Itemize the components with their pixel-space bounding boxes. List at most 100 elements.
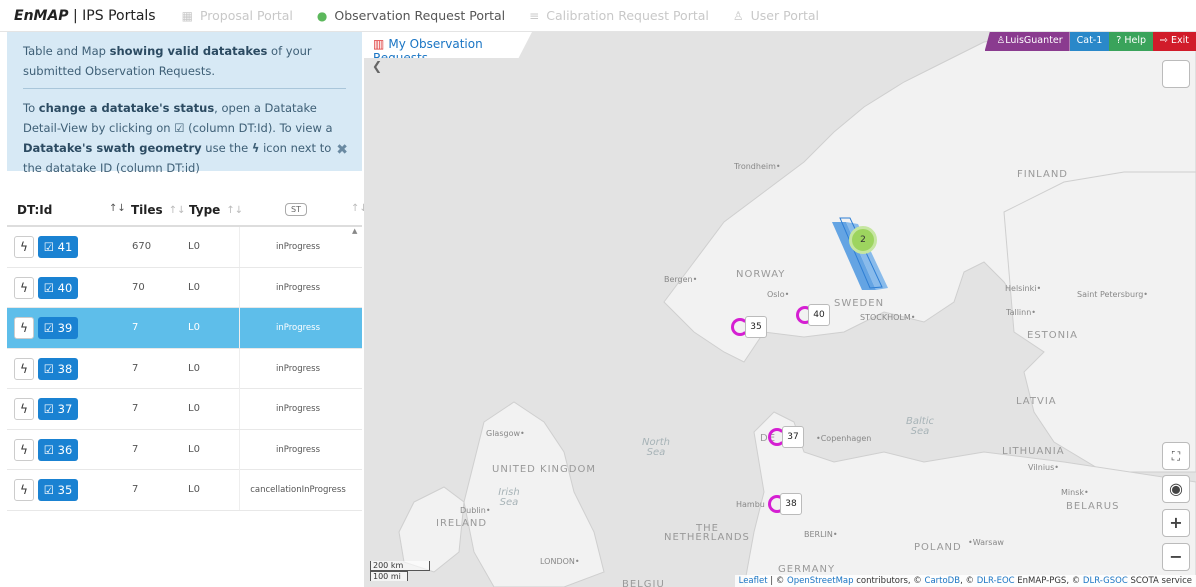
cell-type: L0 [188,281,200,293]
col-type[interactable]: Type ↑↓ [189,203,243,217]
help-button[interactable]: ? Help [1109,32,1154,51]
cell-type: L0 [188,322,200,333]
label-latvia: LATVIA [1016,396,1057,407]
map-view[interactable]: Trondheim• FINLAND NORWAY Bergen• Oslo• … [364,32,1196,587]
exit-button[interactable]: ⇨ Exit [1153,32,1196,51]
leaflet-link[interactable]: Leaflet [739,576,768,586]
table-row[interactable]: ϟ ☑ 36 7 L0 inProgress [7,429,362,470]
label-tallinn: Tallinn• [1006,308,1036,317]
globe-icon: ● [316,8,328,23]
label-stockholm: STOCKHOLM• [860,313,916,322]
dlr-eoc-link[interactable]: DLR-EOC [977,576,1015,586]
label-irish-sea: Irish Sea [498,487,520,508]
info-text-2: To change a datatake's status, open a Da… [23,101,333,175]
globe-icon: ◉ [1169,479,1183,498]
user-icon: ♙ [996,35,1006,46]
nav-observation-request-portal[interactable]: ● Observation Request Portal [317,8,505,23]
swath-bolt-button[interactable]: ϟ [14,398,34,420]
datatake-marker[interactable]: 40 [808,304,830,326]
label-glasgow: Glasgow• [486,429,525,438]
datatake-marker[interactable]: 35 [745,316,767,338]
label-dublin: Dublin• [460,506,491,515]
table-scrollbar[interactable]: ▲ [352,227,362,513]
datatake-detail-button[interactable]: ☑ 36 [38,438,78,461]
layers-toggle-button[interactable] [1162,60,1190,88]
user-button[interactable]: ♙LuisGuanter [984,32,1070,51]
label-united-kingdom: UNITED KINGDOM [492,464,596,475]
cell-type: L0 [188,362,200,374]
info-text-1: Table and Map showing valid datatakes of… [23,44,312,78]
swath-bolt-button[interactable]: ϟ [14,236,34,258]
cell-status: inProgress [239,267,356,308]
table-row[interactable]: ϟ ☑ 35 7 L0 cancellationInProgress [7,470,362,511]
edit-icon: ☑ [43,442,58,457]
brand[interactable]: EnMAP | IPS Portals [14,8,156,24]
dlr-gsoc-link[interactable]: DLR-GSOC [1083,576,1128,586]
fullscreen-button[interactable]: ⛶ [1162,442,1190,470]
swath-bolt-button[interactable]: ϟ [14,438,34,461]
nav-calibration-request-portal[interactable]: ≡ Calibration Request Portal [529,8,709,23]
nav-user-portal[interactable]: ♙ User Portal [733,8,819,23]
table-row[interactable]: ϟ ☑ 40 70 L0 inProgress [7,267,362,308]
calendar-icon: ▦ [181,8,193,23]
table-row[interactable]: ϟ ☑ 38 7 L0 inProgress [7,348,362,389]
marker-cluster[interactable]: 2 [849,226,877,254]
label-germany: GERMANY [778,564,836,575]
swath-bolt-button[interactable]: ϟ [14,276,34,299]
zoom-in-button[interactable]: + [1162,509,1190,537]
datatake-marker[interactable]: 37 [782,426,804,448]
globe-button[interactable]: ◉ [1162,475,1190,503]
zoom-out-button[interactable]: − [1162,543,1190,571]
scroll-up-icon[interactable]: ▲ [352,227,357,235]
label-bergen: Bergen• [664,275,698,284]
label-finland: FINLAND [1017,169,1069,180]
scale-km: 200 km [370,561,430,571]
map-scale: 200 km 100 mi [370,561,430,581]
table-row-selected[interactable]: ϟ ☑ 39 7 L0 inProgress [7,308,362,349]
cell-status: cancellationInProgress [239,470,356,510]
category-badge[interactable]: Cat-1 [1069,32,1110,51]
col-status[interactable]: ST [285,203,307,216]
datatake-detail-button[interactable]: ☑ 38 [38,357,78,380]
label-london: LONDON• [540,557,580,566]
label-copenhagen: •Copenhagen [816,434,872,443]
cell-type: L0 [188,484,200,495]
label-saint-petersburg: Saint Petersburg• [1077,290,1149,299]
datatake-marker[interactable]: 38 [780,493,802,515]
label-netherlands: NETHERLANDS [664,532,750,543]
label-ireland: IRELAND [436,518,488,529]
label-estonia: ESTONIA [1027,330,1078,341]
table-row[interactable]: ϟ ☑ 41 670 L0 inProgress [7,227,362,268]
label-poland: POLAND [914,542,962,553]
swath-bolt-button[interactable]: ϟ [14,317,34,339]
datatake-detail-button[interactable]: ☑ 35 [38,479,78,501]
nav-proposal-portal[interactable]: ▦ Proposal Portal [182,8,293,23]
datatake-detail-button[interactable]: ☑ 41 [38,236,78,258]
label-sweden: SWEDEN [834,298,885,309]
datatake-detail-button[interactable]: ☑ 37 [38,398,78,420]
col-tiles[interactable]: Tiles ↑↓ [131,203,185,217]
cell-tiles: 7 [132,484,139,495]
cartodb-link[interactable]: CartoDB [925,576,961,586]
label-warsaw: •Warsaw [968,538,1004,547]
osm-link[interactable]: OpenStreetMap [787,576,853,586]
close-info-button[interactable]: ✖ [336,140,348,160]
table-row[interactable]: ϟ ☑ 37 7 L0 inProgress [7,389,362,430]
swath-bolt-button[interactable]: ϟ [14,357,34,380]
map-tab-title: ▥ My Observation Requests [364,32,532,58]
sort-icon: ↑↓ [168,204,186,216]
collapse-panel-icon[interactable]: ❮ [372,59,382,73]
map-attribution: Leaflet | © OpenStreetMap contributors, … [734,575,1196,587]
col-dtid[interactable]: DT:Id [17,203,52,217]
label-hamburg: Hambu [736,500,765,509]
top-navbar: EnMAP | IPS Portals ▦ Proposal Portal ● Ob… [0,0,1196,32]
sort-dtid-icon[interactable]: ↑↓ [103,203,126,214]
cell-type: L0 [188,403,200,414]
info-box: Table and Map showing valid datatakes of… [7,32,362,175]
sort-icon: ↑↓ [226,204,244,216]
swath-bolt-button[interactable]: ϟ [14,479,34,501]
datatake-detail-button[interactable]: ☑ 39 [38,317,78,339]
datatake-detail-button[interactable]: ☑ 40 [38,276,78,299]
label-helsinki: Helsinki• [1005,284,1042,293]
edit-icon: ☑ [43,402,58,416]
